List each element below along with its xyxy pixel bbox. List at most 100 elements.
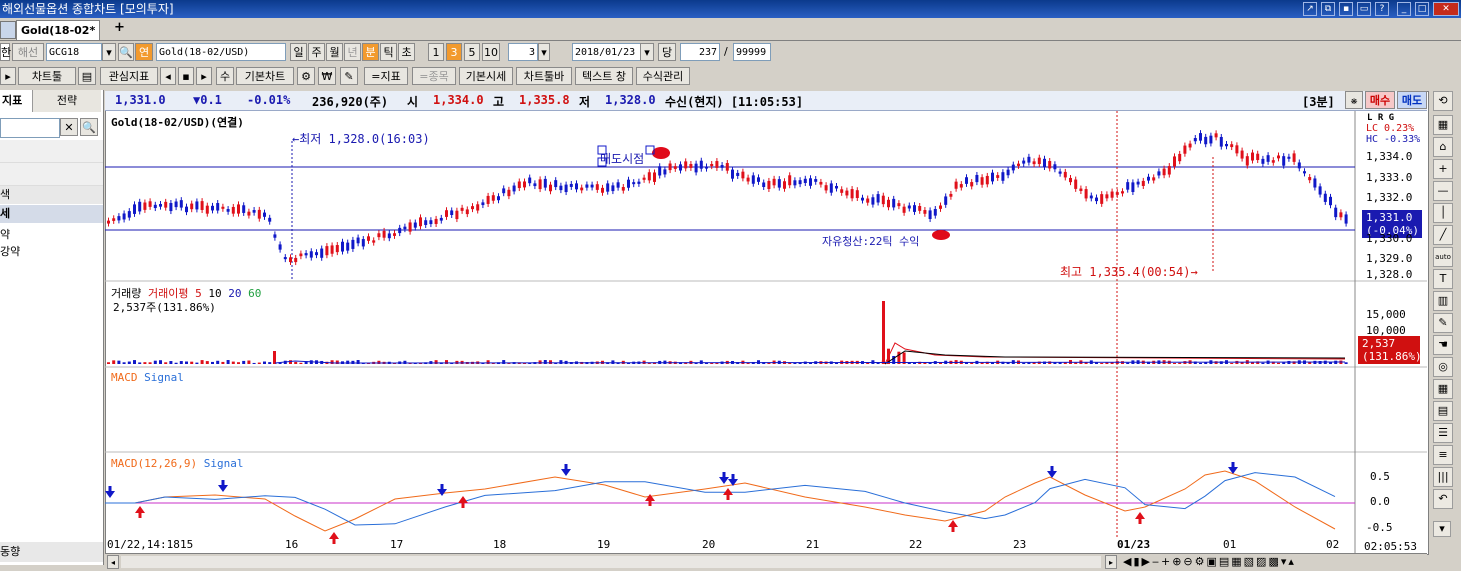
candle-body bbox=[965, 177, 968, 184]
code-dropdown-icon[interactable]: ▾ bbox=[102, 43, 116, 61]
tool-icon-1[interactable]: ⚙ bbox=[297, 67, 315, 85]
current-button[interactable]: 당 bbox=[658, 43, 676, 61]
chart-toolbar-button[interactable]: 차트툴바 bbox=[516, 67, 572, 85]
close-icon[interactable]: ✕ bbox=[1433, 2, 1459, 16]
tab-gold[interactable]: Gold(18-02* bbox=[16, 20, 101, 40]
hand-icon[interactable]: ☚ bbox=[1433, 335, 1453, 355]
period-button[interactable]: 주 bbox=[308, 43, 325, 61]
undo-icon[interactable]: ↶ bbox=[1433, 489, 1453, 509]
left-item[interactable]: 세 bbox=[0, 205, 103, 223]
target-icon[interactable]: ◎ bbox=[1433, 357, 1453, 377]
formula-button[interactable]: 수식관리 bbox=[636, 67, 690, 85]
futures-button[interactable]: 해선 bbox=[12, 43, 44, 61]
scroll-down-icon[interactable]: ▾ bbox=[1433, 521, 1451, 537]
interval-button[interactable]: 5 bbox=[464, 43, 480, 61]
list-icon[interactable]: ☰ bbox=[1433, 423, 1453, 443]
clear-icon[interactable]: ✕ bbox=[60, 118, 78, 136]
max-count-field[interactable]: 99999 bbox=[733, 43, 771, 61]
nav-stop-icon[interactable]: ▪ bbox=[178, 67, 194, 85]
period-button[interactable]: 분 bbox=[362, 43, 379, 61]
save-icon[interactable]: ▤ bbox=[78, 67, 96, 85]
market-toggle[interactable]: 한 bbox=[0, 43, 11, 61]
left-item[interactable]: 약 bbox=[0, 226, 103, 241]
left-item[interactable]: 강약 bbox=[0, 243, 103, 258]
chart-canvas[interactable] bbox=[105, 111, 1427, 553]
lines-icon[interactable]: ≡ bbox=[1433, 445, 1453, 465]
date-dropdown-icon[interactable]: ▾ bbox=[640, 43, 654, 61]
hline-icon[interactable]: — bbox=[1433, 181, 1453, 201]
count-input[interactable]: 3 bbox=[508, 43, 538, 61]
low-label: 저 bbox=[579, 95, 591, 109]
count-dropdown-icon[interactable]: ▾ bbox=[538, 43, 550, 61]
su-button[interactable]: 수 bbox=[216, 67, 234, 85]
export-icon[interactable]: ↗ bbox=[1303, 2, 1317, 16]
basic-chart-button[interactable]: 기본차트 bbox=[236, 67, 294, 85]
horizontal-scrollbar[interactable]: ◂ ▸ ◀▮▶‒+⊕⊖⚙▣▤▦▧▨▩▾▴ bbox=[105, 553, 1427, 571]
x-axis-time: 02:05:53 bbox=[1364, 540, 1417, 553]
interest-button[interactable]: 관심지표 bbox=[100, 67, 158, 85]
tile-icon[interactable]: ▭ bbox=[1357, 2, 1371, 16]
interval-button[interactable]: 1 bbox=[428, 43, 444, 61]
bar-icon[interactable]: ▥ bbox=[1433, 291, 1453, 311]
candle-body bbox=[216, 203, 220, 211]
period-button[interactable]: 년 bbox=[344, 43, 361, 61]
settings-icon[interactable]: ❋ bbox=[1345, 91, 1363, 109]
home-icon[interactable]: ⌂ bbox=[1433, 137, 1453, 157]
period-button[interactable]: 월 bbox=[326, 43, 343, 61]
copy-icon[interactable]: ⧉ bbox=[1321, 2, 1335, 16]
refresh-icon[interactable]: ⟲ bbox=[1433, 91, 1453, 111]
crosshair-icon[interactable]: + bbox=[1433, 159, 1453, 179]
code-input[interactable]: GCG18 bbox=[46, 43, 102, 61]
won-icon[interactable]: ₩ bbox=[318, 67, 336, 85]
scroll-track[interactable] bbox=[121, 556, 1101, 568]
interval-button[interactable]: 3 bbox=[446, 43, 462, 61]
left-search-input[interactable] bbox=[0, 118, 60, 138]
maximize-icon[interactable]: □ bbox=[1415, 2, 1429, 16]
columns-icon[interactable]: ||| bbox=[1433, 467, 1453, 487]
left-row[interactable] bbox=[0, 140, 103, 163]
period-button[interactable]: 틱 bbox=[380, 43, 397, 61]
left-tab-indicator[interactable]: 지표 bbox=[0, 90, 32, 113]
interval-button[interactable]: 10 bbox=[482, 43, 500, 61]
playback-controls[interactable]: ◀▮▶‒+⊕⊖⚙▣▤▦▧▨▩▾▴ bbox=[1123, 555, 1296, 568]
minimize-icon[interactable]: _ bbox=[1397, 2, 1411, 16]
nav-right-icon[interactable]: ▸ bbox=[196, 67, 212, 85]
trendline-icon[interactable]: ╱ bbox=[1433, 225, 1453, 245]
nav-left-icon[interactable]: ◂ bbox=[160, 67, 176, 85]
left-row[interactable] bbox=[0, 163, 103, 186]
left-item[interactable]: 색 bbox=[0, 186, 103, 204]
sell-button[interactable]: 매도 bbox=[1397, 91, 1427, 109]
left-bottom-item[interactable]: 동향 bbox=[0, 542, 103, 562]
display-count-input[interactable]: 237 bbox=[680, 43, 720, 61]
candle-body bbox=[1230, 144, 1234, 148]
scroll-left-icon[interactable]: ◂ bbox=[107, 555, 119, 569]
calendar-icon[interactable]: ▦ bbox=[1433, 379, 1453, 399]
grid-icon[interactable]: ▦ bbox=[1433, 115, 1453, 135]
tool-icon-2[interactable]: ✎ bbox=[340, 67, 358, 85]
vline-icon[interactable]: │ bbox=[1433, 203, 1453, 223]
basic-quote-button[interactable]: 기본시세 bbox=[459, 67, 513, 85]
brush-icon[interactable]: ✎ bbox=[1433, 313, 1453, 333]
continuous-button[interactable]: 연 bbox=[135, 43, 153, 61]
indicator-button[interactable]: =지표 bbox=[364, 67, 408, 85]
add-tab-button[interactable]: + bbox=[114, 20, 125, 35]
period-button[interactable]: 초 bbox=[398, 43, 415, 61]
menu-icon[interactable] bbox=[0, 21, 16, 39]
left-tab-strategy[interactable]: 전략 bbox=[32, 90, 101, 112]
scroll-right-icon[interactable]: ▸ bbox=[1105, 555, 1117, 569]
chart-tool-button[interactable]: 차트툴 bbox=[18, 67, 76, 85]
left-search-icon[interactable]: 🔍 bbox=[80, 118, 98, 136]
pin-icon[interactable]: ▪ bbox=[1339, 2, 1353, 16]
date-input[interactable]: 2018/01/23 bbox=[572, 43, 642, 61]
buy-button[interactable]: 매수 bbox=[1365, 91, 1395, 109]
search-icon[interactable]: 🔍 bbox=[118, 43, 134, 61]
text-window-button[interactable]: 텍스트 창 bbox=[575, 67, 633, 85]
text-icon[interactable]: T bbox=[1433, 269, 1453, 289]
period-button[interactable]: 일 bbox=[290, 43, 307, 61]
auto-icon[interactable]: auto bbox=[1433, 247, 1453, 267]
panel-toggle-icon[interactable]: ▸ bbox=[0, 67, 16, 85]
help-icon[interactable]: ? bbox=[1375, 2, 1389, 16]
page-icon[interactable]: ▤ bbox=[1433, 401, 1453, 421]
candle-body bbox=[819, 181, 823, 185]
stock-button[interactable]: =종목 bbox=[412, 67, 456, 85]
